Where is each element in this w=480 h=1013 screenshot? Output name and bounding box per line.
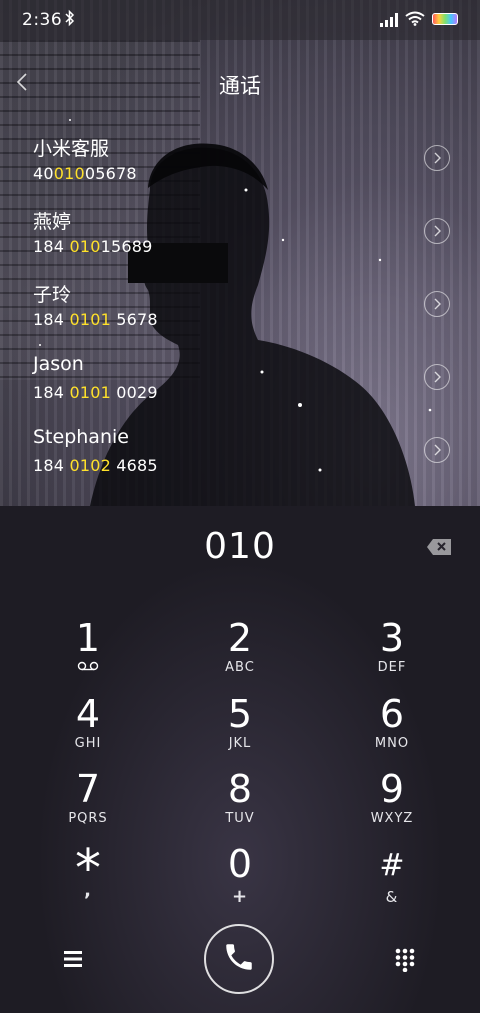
wifi-icon bbox=[405, 11, 425, 30]
signal-icon bbox=[380, 12, 398, 31]
list-item[interactable]: 小米客服 4001005678 bbox=[0, 128, 480, 200]
list-item[interactable]: Jason 184 0101 0029 bbox=[0, 347, 480, 419]
contact-name: Stephanie bbox=[33, 426, 129, 448]
key-6[interactable]: 6 MNO bbox=[317, 694, 467, 764]
contact-number: 4001005678 bbox=[33, 164, 137, 183]
voicemail-icon bbox=[13, 660, 163, 675]
keypad-icon[interactable] bbox=[395, 948, 415, 976]
contact-list: 小米客服 4001005678 燕婷 184 01015689 子玲 184 0… bbox=[0, 124, 480, 506]
key-9[interactable]: 9 WXYZ bbox=[317, 769, 467, 839]
key-1[interactable]: 1 bbox=[13, 618, 163, 688]
contact-name: Jason bbox=[33, 353, 84, 375]
contact-name: 小米客服 bbox=[33, 138, 110, 160]
key-star[interactable]: * , bbox=[13, 843, 163, 916]
key-4[interactable]: 4 GHI bbox=[13, 694, 163, 764]
chevron-right-icon[interactable] bbox=[424, 437, 450, 463]
contact-number: 184 01015689 bbox=[33, 237, 153, 256]
chevron-right-icon[interactable] bbox=[424, 218, 450, 244]
contact-name: 子玲 bbox=[33, 284, 72, 306]
status-time: 2:36 bbox=[22, 10, 63, 30]
backspace-icon[interactable] bbox=[426, 538, 452, 560]
contact-name: 燕婷 bbox=[33, 211, 72, 233]
dialer-panel: 010 1 2 ABC 3 DEF 4 GHI 5 JKL 6 MNO 7 PQ… bbox=[0, 506, 480, 1013]
call-button[interactable] bbox=[204, 924, 274, 994]
chevron-right-icon[interactable] bbox=[424, 145, 450, 171]
chevron-right-icon[interactable] bbox=[424, 291, 450, 317]
battery-icon bbox=[432, 13, 458, 25]
dial-input[interactable]: 010 bbox=[0, 526, 480, 567]
menu-icon[interactable] bbox=[62, 950, 84, 972]
bluetooth-icon bbox=[65, 9, 75, 31]
list-item[interactable]: 子玲 184 0101 5678 bbox=[0, 274, 480, 346]
key-5[interactable]: 5 JKL bbox=[165, 694, 315, 764]
key-2[interactable]: 2 ABC bbox=[165, 618, 315, 688]
page-title: 通话 bbox=[219, 74, 261, 98]
list-item[interactable]: 燕婷 184 01015689 bbox=[0, 201, 480, 273]
key-7[interactable]: 7 PQRS bbox=[13, 769, 163, 839]
contact-number: 184 0102 4685 bbox=[33, 456, 158, 475]
phone-icon bbox=[222, 940, 256, 978]
contact-number: 184 0101 0029 bbox=[33, 383, 158, 402]
key-hash[interactable]: # & bbox=[317, 846, 467, 916]
header: 通话 bbox=[0, 40, 480, 124]
status-bar: 2:36 bbox=[0, 0, 480, 40]
key-0[interactable]: 0 + bbox=[165, 844, 315, 914]
chevron-right-icon[interactable] bbox=[424, 364, 450, 390]
list-item[interactable]: Stephanie 184 0102 4685 bbox=[0, 420, 480, 492]
key-8[interactable]: 8 TUV bbox=[165, 769, 315, 839]
key-3[interactable]: 3 DEF bbox=[317, 618, 467, 688]
contact-number: 184 0101 5678 bbox=[33, 310, 158, 329]
